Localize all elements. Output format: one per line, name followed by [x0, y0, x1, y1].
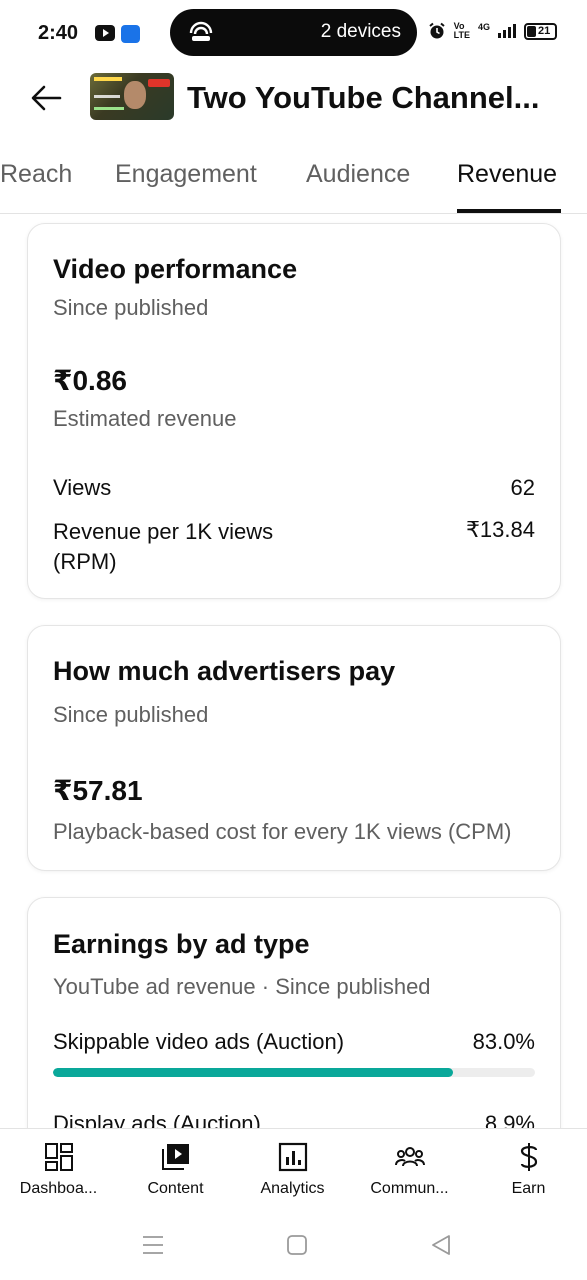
- cast-icon: [189, 21, 213, 41]
- nav-label: Content: [147, 1180, 204, 1197]
- nav-label: Analytics: [260, 1180, 325, 1197]
- nav-analytics[interactable]: Analytics: [234, 1129, 351, 1211]
- card-subtitle: Since published: [53, 295, 209, 320]
- card-subtitle: YouTube ad revenue · Since published: [53, 974, 431, 999]
- nav-dashboard[interactable]: Dashboa...: [0, 1129, 117, 1211]
- network-type-label: 4G: [477, 22, 490, 32]
- ad-type-progress-bar: [53, 1068, 535, 1077]
- back-icon[interactable]: [428, 1232, 454, 1258]
- back-arrow-icon[interactable]: [26, 78, 66, 118]
- rpm-value: ₹13.84: [465, 517, 535, 542]
- bottom-navigation: Dashboa... Content Analytics Commun... E…: [0, 1128, 587, 1210]
- tab-engagement[interactable]: Engagement: [115, 160, 257, 189]
- earn-icon: [520, 1143, 537, 1171]
- menu-icon[interactable]: [140, 1232, 166, 1258]
- status-time: 2:40: [38, 22, 79, 44]
- system-navigation-bar: [0, 1210, 587, 1280]
- dashboard-icon: [44, 1143, 73, 1171]
- analytics-icon: [278, 1142, 307, 1172]
- cast-devices-pill[interactable]: 2 devices: [170, 9, 417, 56]
- youtube-notification-icon: [95, 25, 115, 41]
- nav-content[interactable]: Content: [117, 1129, 234, 1211]
- rpm-label: Revenue per 1K views (RPM): [53, 519, 274, 574]
- cpm-label: Playback-based cost for every 1K views (…: [53, 819, 512, 844]
- content-icon: [161, 1144, 189, 1170]
- card-subtitle: Since published: [53, 702, 209, 727]
- video-thumbnail: [90, 73, 174, 120]
- status-bar: 2:40 2 devices Vo LTE 4G 21: [0, 0, 587, 66]
- nav-label: Dashboa...: [19, 1180, 98, 1197]
- app-store-notification-icon: [121, 25, 140, 43]
- status-notification-icons: [95, 25, 140, 43]
- battery-icon: 21: [524, 22, 557, 40]
- ad-type-progress-fill: [53, 1068, 454, 1077]
- community-icon: [394, 1147, 425, 1167]
- estimated-revenue-label: Estimated revenue: [53, 406, 237, 431]
- card-title: Earnings by ad type: [53, 929, 310, 959]
- card-title: Video performance: [53, 254, 298, 284]
- video-title: Two YouTube Channel...: [187, 80, 540, 115]
- ad-type-label: Skippable video ads (Auction): [53, 1029, 345, 1054]
- views-value: 62: [510, 475, 535, 500]
- alarm-icon: [429, 22, 445, 39]
- cpm-value: ₹57.81: [53, 775, 143, 806]
- card-title: How much advertisers pay: [53, 656, 396, 686]
- analytics-tabs: Reach Engagement Audience Revenue: [0, 150, 587, 214]
- volte-icon: Vo LTE: [453, 21, 470, 40]
- tab-revenue[interactable]: Revenue: [457, 160, 557, 189]
- earnings-by-ad-type-card[interactable]: Earnings by ad type YouTube ad revenue ·…: [27, 897, 561, 1157]
- estimated-revenue-value: ₹0.86: [53, 365, 127, 396]
- tab-audience[interactable]: Audience: [306, 160, 410, 189]
- active-tab-indicator: [457, 209, 561, 213]
- video-performance-card[interactable]: Video performance Since published ₹0.86 …: [27, 223, 561, 599]
- ad-type-percent: 83.0%: [472, 1029, 535, 1054]
- status-indicators: Vo LTE 4G 21: [428, 22, 557, 40]
- nav-community[interactable]: Commun...: [351, 1129, 468, 1211]
- cast-devices-label: 2 devices: [320, 21, 401, 42]
- views-label: Views: [53, 475, 112, 500]
- signal-strength-icon: [498, 24, 516, 38]
- home-icon[interactable]: [284, 1232, 310, 1258]
- nav-earn[interactable]: Earn: [470, 1129, 587, 1211]
- advertisers-pay-card[interactable]: How much advertisers pay Since published…: [27, 625, 561, 871]
- nav-label: Earn: [511, 1180, 546, 1197]
- battery-level: 21: [538, 24, 551, 37]
- tab-reach[interactable]: Reach: [0, 160, 72, 189]
- nav-label: Commun...: [370, 1180, 449, 1197]
- app-header: Two YouTube Channel...: [0, 66, 587, 130]
